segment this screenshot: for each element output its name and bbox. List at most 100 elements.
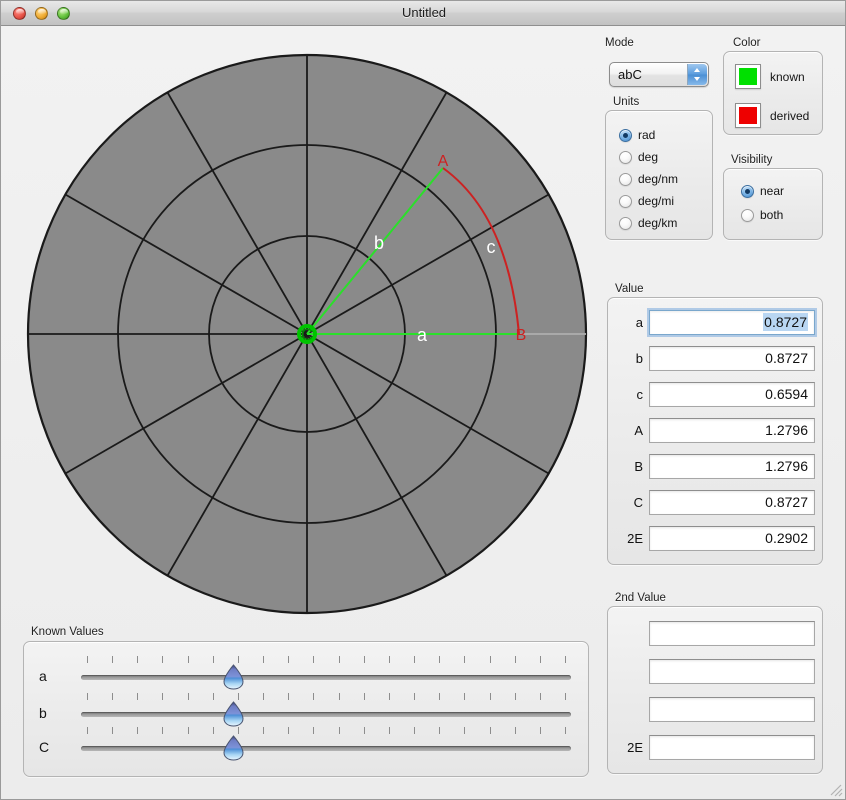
color-label: Color xyxy=(733,37,761,49)
value-label-B: B xyxy=(634,459,643,474)
slider-tick xyxy=(514,656,516,663)
radio-icon[interactable] xyxy=(741,208,754,222)
zoom-button[interactable] xyxy=(57,7,70,20)
slider-thumb-C[interactable] xyxy=(223,735,244,761)
slider-thumb-a[interactable] xyxy=(223,664,244,690)
slider-label-a: a xyxy=(39,668,47,684)
slider-track-a[interactable] xyxy=(81,675,571,680)
slider-tick xyxy=(539,727,541,734)
slider-tick xyxy=(137,656,139,663)
value-input-A[interactable]: 1.2796 xyxy=(649,418,815,443)
radio-icon[interactable] xyxy=(619,194,632,208)
color-known-row[interactable]: known xyxy=(735,64,805,89)
color-swatch-known[interactable] xyxy=(735,64,761,89)
units-label: Units xyxy=(613,96,640,108)
app-window: Untitled C A B a b c Mode abC Units rad … xyxy=(0,0,846,800)
radio-units-deg[interactable]: deg xyxy=(619,148,658,166)
second-value-input-1[interactable] xyxy=(649,621,815,646)
slider-tick xyxy=(539,656,541,663)
value-label-c: c xyxy=(636,387,644,402)
radio-icon[interactable] xyxy=(619,172,632,186)
resize-grip[interactable] xyxy=(829,783,843,797)
slider-tick xyxy=(112,693,114,700)
slider-tick xyxy=(414,656,416,663)
slider-tick xyxy=(363,656,365,663)
title-bar: Untitled xyxy=(1,1,845,26)
value-row-b: b 0.8727 xyxy=(617,346,817,371)
value-input-b[interactable]: 0.8727 xyxy=(649,346,815,371)
slider-tick xyxy=(263,656,265,663)
slider-tick xyxy=(464,727,466,734)
slider-track-C[interactable] xyxy=(81,746,571,751)
radio-visibility-both[interactable]: both xyxy=(741,206,783,224)
slider-tick xyxy=(187,727,189,734)
slider-tick xyxy=(514,693,516,700)
slider-tick xyxy=(162,693,164,700)
value-input-a[interactable]: 0.8727 xyxy=(649,310,815,335)
slider-ticks-C xyxy=(81,727,571,735)
value-text-a: 0.8727 xyxy=(763,313,808,331)
value-row-2E: 2E 0.2902 xyxy=(617,526,817,551)
slider-ticks-b xyxy=(81,693,571,701)
value-label-2E: 2E xyxy=(627,531,643,546)
second-value-input-2[interactable] xyxy=(649,659,815,684)
slider-tick xyxy=(439,656,441,663)
value-input-2E[interactable]: 0.2902 xyxy=(649,526,815,551)
slider-tick xyxy=(338,656,340,663)
value-row-A: A 1.2796 xyxy=(617,418,817,443)
polar-plot[interactable]: C A B a b c xyxy=(21,37,596,623)
radio-icon-selected[interactable] xyxy=(741,184,754,198)
value-input-c[interactable]: 0.6594 xyxy=(649,382,815,407)
slider-tick xyxy=(439,693,441,700)
radio-label: rad xyxy=(638,128,656,142)
color-known-label: known xyxy=(770,69,805,84)
radio-icon[interactable] xyxy=(619,216,632,230)
radio-visibility-near[interactable]: near xyxy=(741,182,784,200)
mode-popup-button[interactable]: abC xyxy=(609,62,709,87)
slider-tick xyxy=(137,727,139,734)
window-title: Untitled xyxy=(401,5,447,20)
value-input-B[interactable]: 1.2796 xyxy=(649,454,815,479)
chevron-updown-icon[interactable] xyxy=(687,64,707,85)
radio-icon[interactable] xyxy=(619,150,632,164)
slider-tick xyxy=(388,727,390,734)
second-value-input-2E[interactable] xyxy=(649,735,815,760)
value-input-C[interactable]: 0.8727 xyxy=(649,490,815,515)
slider-label-b: b xyxy=(39,705,47,721)
second-value-row-3 xyxy=(617,697,817,722)
slider-tick xyxy=(137,693,139,700)
slider-tick xyxy=(87,727,88,734)
vertex-C-label: C xyxy=(301,325,313,344)
radio-icon-selected[interactable] xyxy=(619,128,632,142)
radio-units-deg-mi[interactable]: deg/mi xyxy=(619,192,674,210)
slider-tick xyxy=(237,693,239,700)
slider-thumb-b[interactable] xyxy=(223,701,244,727)
color-derived-row[interactable]: derived xyxy=(735,103,809,128)
radio-label: both xyxy=(760,208,784,222)
slider-tick xyxy=(237,727,239,734)
slider-track-b[interactable] xyxy=(81,712,571,717)
color-swatch-derived[interactable] xyxy=(735,103,761,128)
vertex-B-label: B xyxy=(516,327,527,344)
slider-tick xyxy=(388,656,390,663)
slider-label-C: C xyxy=(39,739,50,755)
slider-tick xyxy=(212,727,214,734)
radio-units-deg-km[interactable]: deg/km xyxy=(619,214,677,232)
minimize-button[interactable] xyxy=(35,7,48,20)
slider-tick xyxy=(565,693,566,700)
edge-b-label: b xyxy=(374,233,384,253)
second-value-input-3[interactable] xyxy=(649,697,815,722)
slider-tick xyxy=(338,727,340,734)
vertex-A-label: A xyxy=(438,153,449,170)
polar-plot-svg[interactable]: C A B a b c xyxy=(21,37,596,623)
value-label-A: A xyxy=(634,423,643,438)
slider-tick xyxy=(489,693,491,700)
second-value-panel-label: 2nd Value xyxy=(615,592,666,604)
radio-units-deg-nm[interactable]: deg/nm xyxy=(619,170,678,188)
slider-tick xyxy=(338,693,340,700)
close-button[interactable] xyxy=(13,7,26,20)
slider-tick xyxy=(313,656,315,663)
slider-tick xyxy=(112,656,114,663)
slider-tick xyxy=(263,727,265,734)
radio-units-rad[interactable]: rad xyxy=(619,126,655,144)
